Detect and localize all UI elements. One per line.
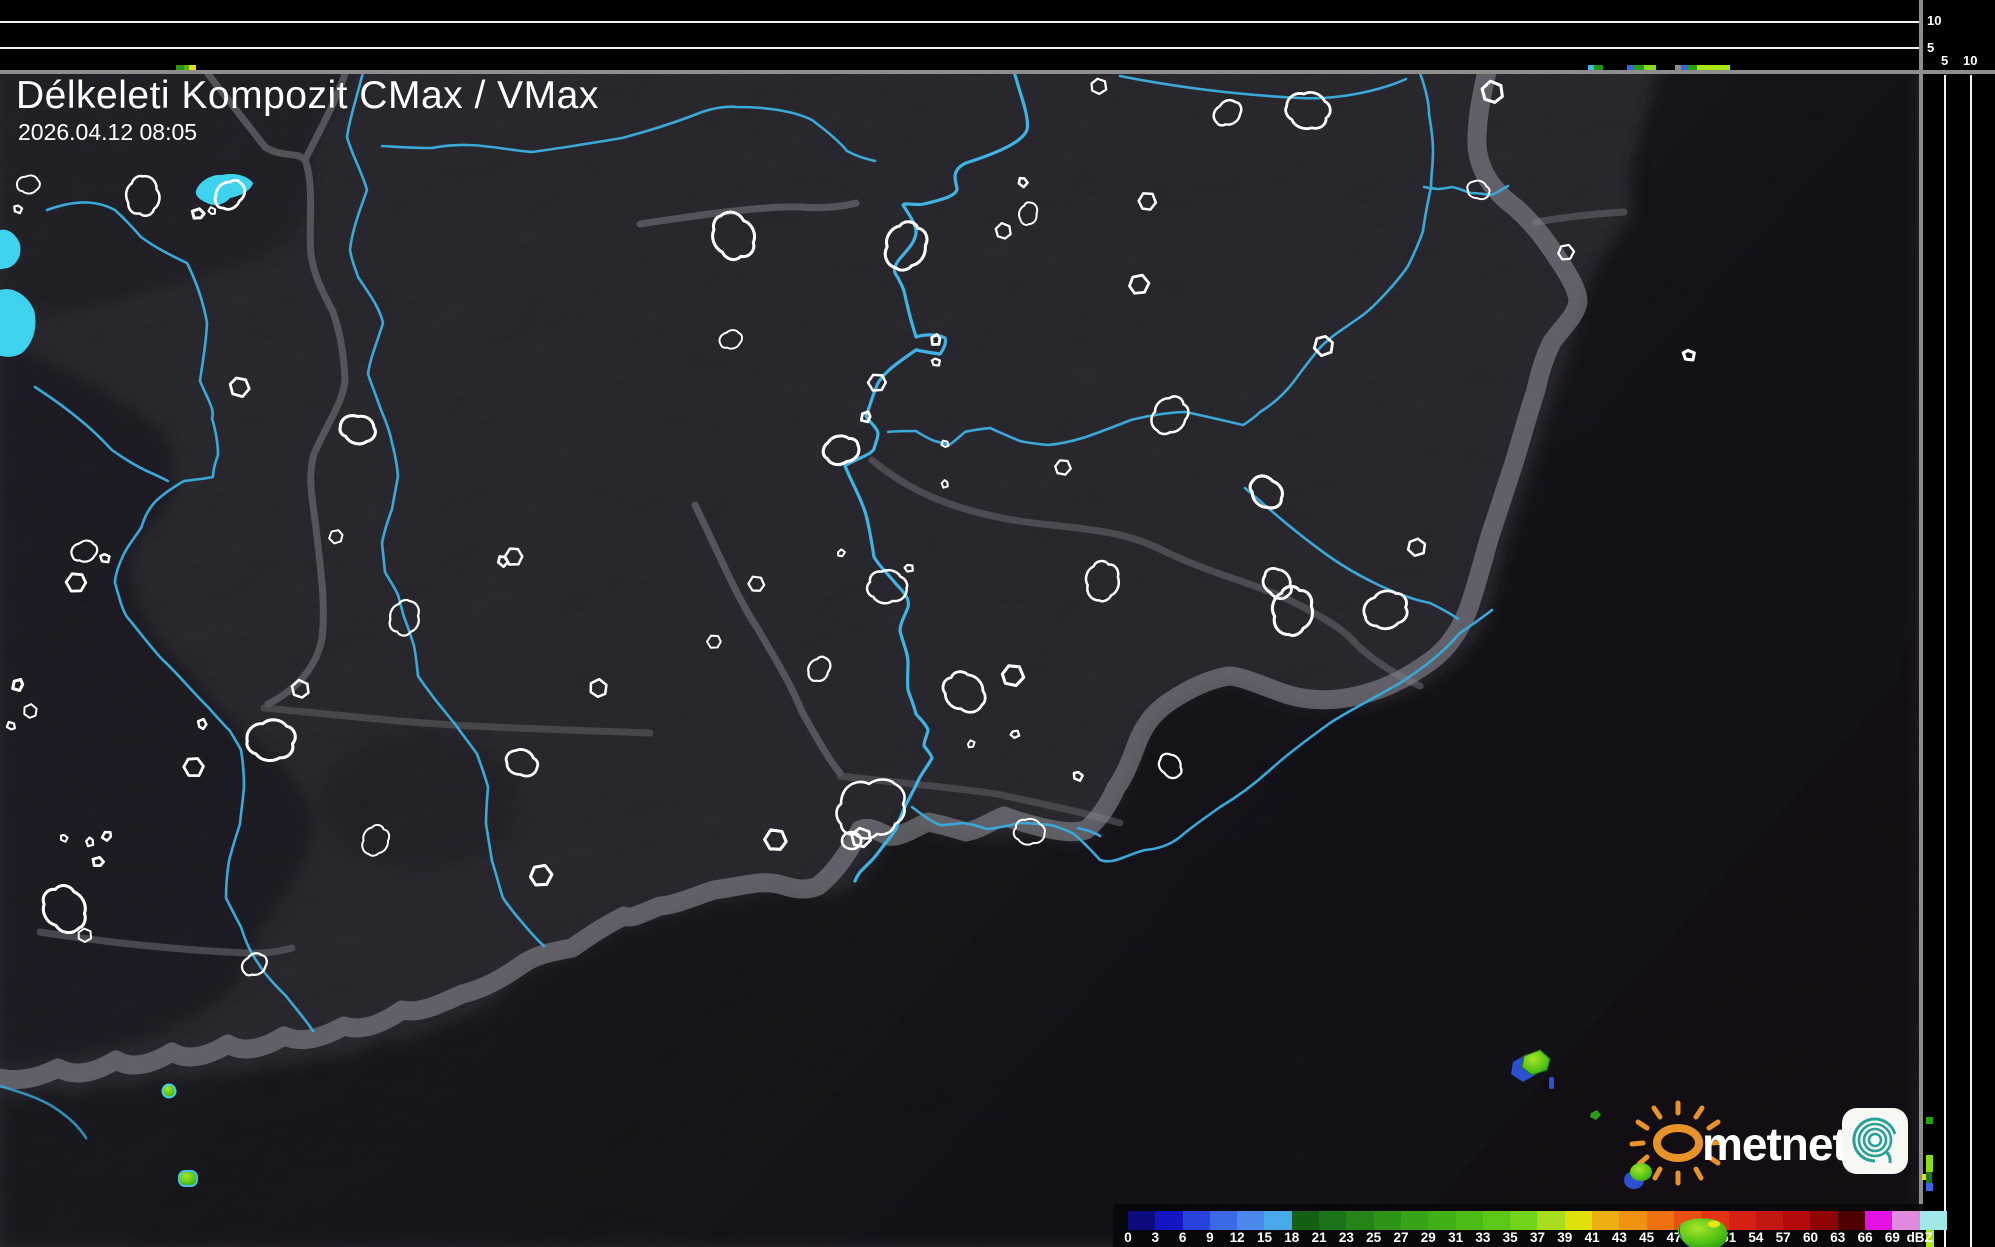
- metnet-app-icon: [1842, 1108, 1908, 1174]
- dbz-tick-label: 60: [1802, 1230, 1819, 1245]
- dbz-color-cell: [1837, 1211, 1866, 1230]
- dbz-tick-label: 6: [1178, 1230, 1187, 1245]
- dbz-color-cell: [1128, 1211, 1156, 1230]
- dbz-tick-label: 41: [1584, 1230, 1600, 1245]
- dbz-color-cell: [1400, 1211, 1429, 1230]
- dbz-color-cell: [1865, 1211, 1893, 1230]
- terrain-relief-texture: [0, 73, 1920, 1247]
- dbz-tick-label: 54: [1748, 1230, 1764, 1245]
- dbz-color-cell: [1592, 1211, 1620, 1230]
- radar-map: [0, 73, 1920, 1247]
- dbz-color-cell: [1564, 1211, 1593, 1230]
- dbz-tick-label: 45: [1639, 1230, 1655, 1245]
- radar-composite-viewer: 10 5 5 10 Délkeleti Kompozit CMax / VMax…: [0, 0, 1995, 1247]
- dbz-tick-label: 31: [1448, 1230, 1464, 1245]
- dbz-tick-label: 0: [1124, 1230, 1132, 1245]
- dbz-tick-label: 29: [1420, 1230, 1436, 1245]
- dbz-color-cell: [1428, 1211, 1456, 1230]
- dbz-color-cell: [1264, 1211, 1292, 1230]
- dbz-tick-label: 3: [1151, 1230, 1160, 1245]
- dbz-color-cell: [1510, 1211, 1538, 1230]
- dbz-color-cell: [1237, 1211, 1265, 1230]
- dbz-tick-label: 27: [1393, 1230, 1409, 1245]
- dbz-color-cell: [1537, 1211, 1565, 1230]
- radar-echo-over-logo: [1624, 1163, 1652, 1189]
- dbz-tick-label: 69: [1884, 1230, 1900, 1245]
- timestamp: 2026.04.12 08:05: [18, 119, 198, 145]
- dbz-color-cells: [1128, 1211, 1947, 1230]
- dbz-color-cell: [1810, 1211, 1838, 1230]
- dbz-tick-label: 21: [1311, 1230, 1327, 1245]
- dbz-color-cell: [1155, 1211, 1183, 1230]
- dbz-color-cell: [1619, 1211, 1647, 1230]
- dbz-tick-label: 23: [1338, 1230, 1354, 1245]
- dbz-tick-label: 15: [1256, 1230, 1273, 1245]
- dbz-tick-label: 57: [1775, 1230, 1791, 1245]
- dbz-tick-label: 66: [1857, 1230, 1873, 1245]
- dbz-tick-label: 39: [1557, 1230, 1573, 1245]
- page-title: Délkeleti Kompozit CMax / VMax: [16, 74, 599, 117]
- dbz-color-cell: [1755, 1211, 1784, 1230]
- dbz-tick-label: 35: [1502, 1230, 1518, 1245]
- dbz-tick-label: 37: [1529, 1230, 1546, 1245]
- dbz-tick-label: 63: [1830, 1230, 1846, 1245]
- radar-echo-over-legend: [1677, 1218, 1728, 1247]
- dbz-tick-label: 12: [1229, 1230, 1245, 1245]
- dbz-color-cell: [1182, 1211, 1210, 1230]
- dbz-tick-label: 18: [1284, 1230, 1300, 1245]
- dbz-color-cell: [1291, 1211, 1320, 1230]
- dbz-color-cell: [1319, 1211, 1347, 1230]
- dbz-color-cell: [1783, 1211, 1811, 1230]
- dbz-color-cell: [1482, 1211, 1511, 1230]
- dbz-color-cell: [1919, 1211, 1947, 1230]
- dbz-unit-label: dBZ: [1906, 1230, 1933, 1245]
- dbz-color-scale: 0369121518212325272931333537394143454749…: [1113, 1204, 1947, 1247]
- dbz-tick-label: 25: [1366, 1230, 1382, 1245]
- dbz-color-cell: [1455, 1211, 1483, 1230]
- dbz-color-cell: [1373, 1211, 1401, 1230]
- dbz-color-cell: [1346, 1211, 1374, 1230]
- dbz-tick-label: 43: [1611, 1230, 1627, 1245]
- dbz-tick-label: 9: [1206, 1230, 1214, 1245]
- branding-area: metnet: [1620, 1095, 1925, 1205]
- top-echo-marks: [176, 65, 1730, 70]
- dbz-color-cell: [1892, 1211, 1920, 1230]
- right-echo-marks: [1922, 1117, 1934, 1247]
- wordmark: metnet: [1702, 1118, 1848, 1170]
- dbz-color-cell: [1209, 1211, 1238, 1230]
- dbz-tick-label: 33: [1475, 1230, 1491, 1245]
